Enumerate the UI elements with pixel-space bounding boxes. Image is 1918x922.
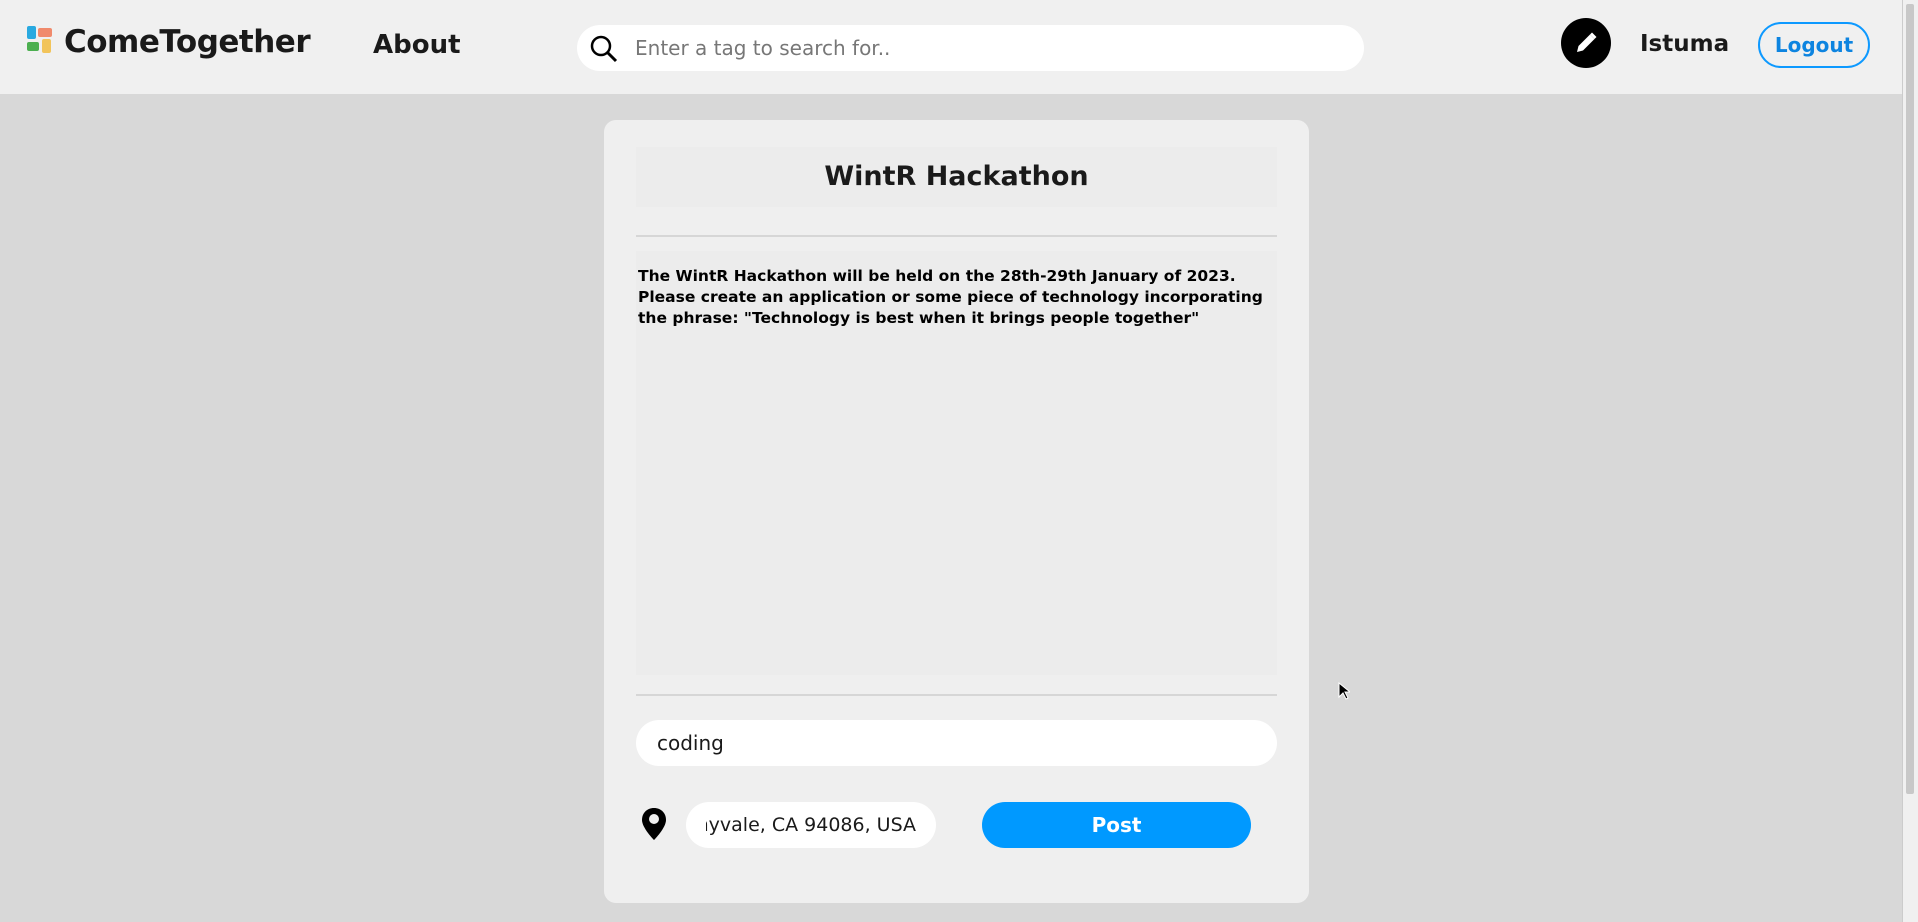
divider bbox=[636, 235, 1277, 237]
create-post-button[interactable] bbox=[1561, 18, 1611, 68]
brand-name[interactable]: ComeTogether bbox=[64, 24, 311, 60]
search-icon[interactable] bbox=[589, 34, 619, 64]
post-button[interactable]: Post bbox=[982, 802, 1251, 848]
nav-about-link[interactable]: About bbox=[373, 30, 461, 60]
search-input[interactable] bbox=[635, 25, 1335, 71]
logout-button[interactable]: Logout bbox=[1758, 22, 1870, 68]
post-title[interactable]: WintR Hackathon bbox=[636, 147, 1277, 207]
location-input[interactable] bbox=[686, 802, 936, 848]
description-textarea[interactable]: The WintR Hackathon will be held on the … bbox=[636, 251, 1277, 675]
location-pin-icon bbox=[642, 808, 666, 840]
pencil-icon bbox=[1577, 32, 1597, 52]
divider bbox=[636, 694, 1277, 696]
create-post-card: WintR Hackathon The WintR Hackathon will… bbox=[604, 120, 1309, 903]
tag-input[interactable] bbox=[636, 720, 1277, 766]
username[interactable]: Istuma bbox=[1640, 31, 1729, 57]
tag-search-bar bbox=[577, 25, 1364, 71]
top-navbar: ComeTogether About Istuma Logout bbox=[0, 0, 1902, 94]
mouse-cursor-icon bbox=[1338, 682, 1350, 700]
scrollbar-thumb[interactable] bbox=[1906, 4, 1914, 794]
logo-hands-icon[interactable] bbox=[24, 24, 56, 56]
